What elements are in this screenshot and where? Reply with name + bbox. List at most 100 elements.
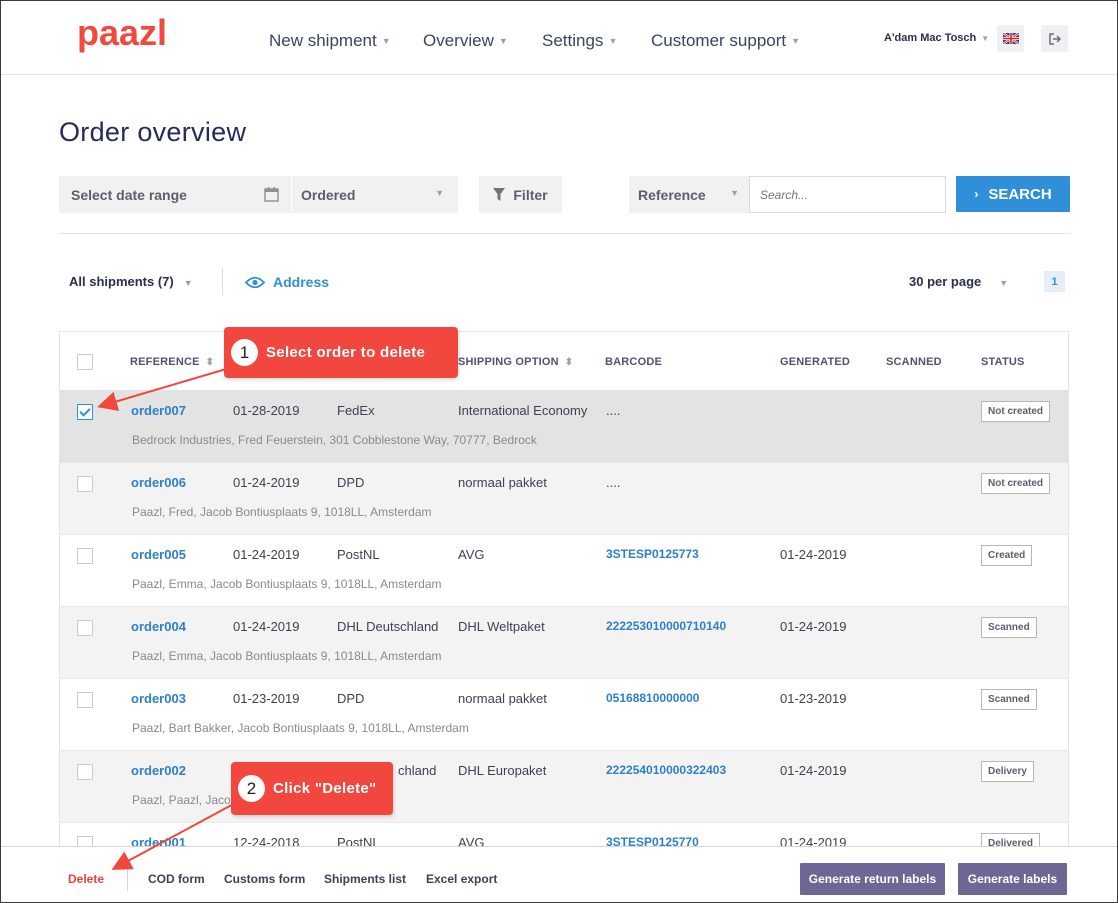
divider bbox=[59, 233, 1070, 234]
filter-button[interactable]: Filter bbox=[479, 176, 562, 213]
row-checkbox[interactable] bbox=[77, 764, 93, 780]
row-checkbox[interactable] bbox=[77, 692, 93, 708]
generated-date: 01-24-2019 bbox=[780, 763, 847, 778]
barcode-link[interactable]: 222253010000710140 bbox=[606, 619, 726, 633]
table-row[interactable]: order006 01-24-2019 DPD normaal pakket .… bbox=[60, 463, 1068, 535]
row-checkbox[interactable] bbox=[77, 404, 93, 420]
nav-customer-support[interactable]: Customer support ▼ bbox=[651, 31, 800, 51]
address-toggle[interactable]: Address bbox=[245, 274, 329, 290]
generated-date: 01-23-2019 bbox=[780, 691, 847, 706]
chevron-down-icon: ▼ bbox=[730, 188, 739, 198]
shipment-address: Paazl, Bart Bakker, Jacob Bontiusplaats … bbox=[132, 721, 469, 735]
row-checkbox[interactable] bbox=[77, 620, 93, 636]
table-row[interactable]: order004 01-24-2019 DHL Deutschland DHL … bbox=[60, 607, 1068, 679]
status-badge: Created bbox=[981, 545, 1033, 566]
barcode-link[interactable]: 3STESP0125773 bbox=[606, 547, 699, 561]
column-header-shipping-option[interactable]: SHIPPING OPTION ⬍ bbox=[458, 356, 573, 368]
logout-icon bbox=[1048, 32, 1061, 45]
logout-button[interactable] bbox=[1041, 25, 1068, 52]
status-dropdown[interactable]: Ordered ▼ bbox=[292, 176, 458, 213]
page-title: Order overview bbox=[59, 117, 247, 147]
nav-overview[interactable]: Overview ▼ bbox=[423, 31, 508, 51]
order-date: 01-24-2019 bbox=[233, 619, 300, 634]
sort-icon: ⬍ bbox=[205, 357, 215, 368]
search-input[interactable] bbox=[749, 176, 946, 213]
table-row[interactable]: order003 01-23-2019 DPD normaal pakket 0… bbox=[60, 679, 1068, 751]
divider bbox=[222, 268, 223, 295]
cod-form-button[interactable]: COD form bbox=[148, 872, 205, 886]
uk-flag-icon bbox=[1002, 33, 1019, 44]
carrier: chland bbox=[398, 763, 437, 778]
svg-text:paazl: paazl bbox=[77, 15, 167, 53]
barcode: .... bbox=[606, 403, 621, 418]
language-button[interactable] bbox=[997, 25, 1024, 52]
carrier: DPD bbox=[337, 475, 365, 490]
sort-icon: ⬍ bbox=[564, 357, 574, 368]
search-button[interactable]: › SEARCH bbox=[956, 176, 1070, 212]
generate-return-labels-button[interactable]: Generate return labels bbox=[800, 863, 945, 895]
step-number: 1 bbox=[231, 339, 258, 366]
shipping-option: DHL Weltpaket bbox=[458, 619, 545, 634]
generate-labels-button[interactable]: Generate labels bbox=[958, 863, 1067, 895]
per-page-dropdown[interactable]: 30 per page ▼ bbox=[909, 274, 1008, 289]
paazl-logo[interactable]: paazl bbox=[77, 15, 197, 59]
table-row[interactable]: order005 01-24-2019 PostNL AVG 3STESP012… bbox=[60, 535, 1068, 607]
address-toggle-label: Address bbox=[273, 274, 330, 290]
shipping-option: normaal pakket bbox=[458, 691, 547, 706]
nav-label: Settings bbox=[542, 31, 604, 50]
column-header-reference[interactable]: REFERENCE ⬍ bbox=[130, 356, 214, 368]
barcode-link[interactable]: 05168810000000 bbox=[606, 691, 699, 705]
order-reference-link[interactable]: order005 bbox=[131, 547, 186, 562]
status-badge: Not created bbox=[981, 401, 1051, 422]
shipping-option: DHL Europaket bbox=[458, 763, 547, 778]
table-header: REFERENCE ⬍ SHIPPING OPTION ⬍ BARCODE GENE… bbox=[60, 332, 1068, 391]
nav-new-shipment[interactable]: New shipment ▼ bbox=[269, 31, 391, 51]
status-badge: Scanned bbox=[981, 617, 1037, 638]
top-navigation: paazl New shipment ▼ Overview ▼ Settings ▼ … bbox=[1, 1, 1117, 75]
shipments-filter-dropdown[interactable]: All shipments (7) ▼ bbox=[69, 274, 193, 289]
user-menu[interactable]: A'dam Mac Tosch ▼ bbox=[884, 32, 989, 44]
shipment-address: Paazl, Emma, Jacob Bontiusplaats 9, 1018… bbox=[132, 577, 442, 591]
callout-step-2: 2 Click "Delete" bbox=[231, 762, 393, 815]
nav-label: Overview bbox=[423, 31, 494, 50]
nav-settings[interactable]: Settings ▼ bbox=[542, 31, 617, 51]
table-row[interactable]: order002 chland DHL Europaket 2222540100… bbox=[60, 751, 1068, 823]
per-page-label: 30 per page bbox=[909, 274, 982, 289]
row-checkbox[interactable] bbox=[77, 548, 93, 564]
select-all-checkbox[interactable] bbox=[77, 354, 93, 370]
table-row[interactable]: order007 01-28-2019 FedEx International … bbox=[60, 391, 1068, 463]
excel-export-button[interactable]: Excel export bbox=[426, 872, 497, 886]
nav-label: Customer support bbox=[651, 31, 787, 50]
column-header-label: REFERENCE bbox=[130, 356, 200, 368]
order-date: 01-24-2019 bbox=[233, 475, 300, 490]
shipments-list-button[interactable]: Shipments list bbox=[324, 872, 406, 886]
order-reference-link[interactable]: order002 bbox=[131, 763, 186, 778]
step-text: Select order to delete bbox=[266, 344, 426, 361]
column-header-barcode: BARCODE bbox=[605, 356, 663, 368]
order-reference-link[interactable]: order006 bbox=[131, 475, 186, 490]
generated-date: 01-24-2019 bbox=[780, 547, 847, 562]
shipping-option: normaal pakket bbox=[458, 475, 547, 490]
barcode-link[interactable]: 222254010000322403 bbox=[606, 763, 726, 777]
chevron-down-icon: ▼ bbox=[498, 36, 508, 46]
order-reference-link[interactable]: order007 bbox=[131, 403, 186, 418]
status-dropdown-value: Ordered bbox=[301, 186, 356, 203]
shipment-address: Paazl, Fred, Jacob Bontiusplaats 9, 1018… bbox=[132, 505, 432, 519]
chevron-down-icon: ▼ bbox=[435, 188, 444, 198]
callout-step-1: 1 Select order to delete bbox=[224, 327, 458, 378]
order-reference-link[interactable]: order003 bbox=[131, 691, 186, 706]
delete-button[interactable]: Delete bbox=[68, 872, 104, 886]
customs-form-button[interactable]: Customs form bbox=[224, 872, 305, 886]
pagination-page[interactable]: 1 bbox=[1044, 271, 1065, 292]
order-date: 01-23-2019 bbox=[233, 691, 300, 706]
row-checkbox[interactable] bbox=[77, 476, 93, 492]
order-date: 01-24-2019 bbox=[233, 547, 300, 562]
date-range-picker[interactable]: Select date range bbox=[59, 176, 291, 213]
search-field-dropdown[interactable]: Reference ▼ bbox=[629, 176, 749, 213]
column-header-scanned: SCANNED bbox=[886, 356, 942, 368]
order-reference-link[interactable]: order004 bbox=[131, 619, 186, 634]
column-header-status: STATUS bbox=[981, 356, 1025, 368]
shipment-address: Paazl, Emma, Jacob Bontiusplaats 9, 1018… bbox=[132, 649, 442, 663]
eye-icon bbox=[245, 276, 265, 288]
carrier: PostNL bbox=[337, 547, 380, 562]
